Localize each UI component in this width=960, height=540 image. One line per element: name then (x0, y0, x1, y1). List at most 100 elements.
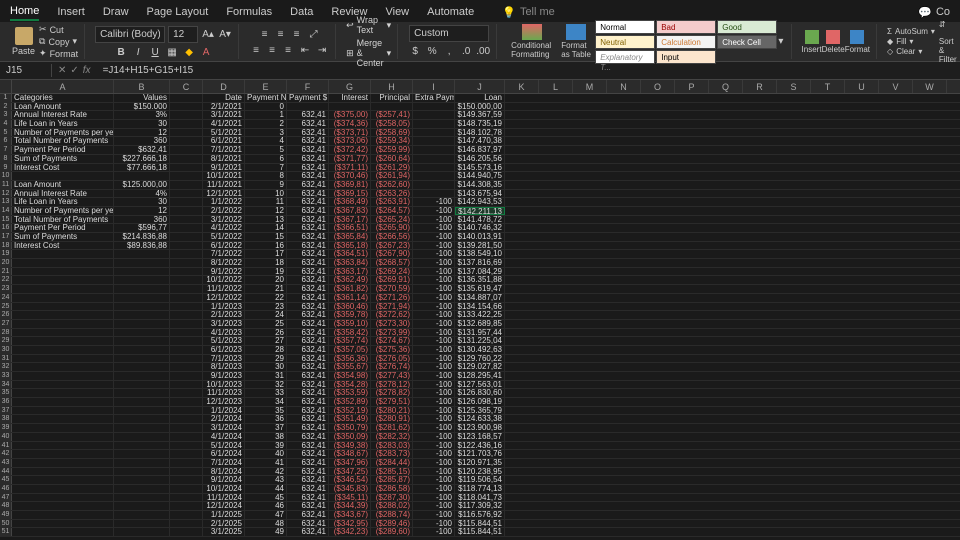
cell[interactable]: 41 (245, 459, 287, 467)
cell[interactable]: 3/1/2022 (203, 216, 245, 224)
cell[interactable] (12, 337, 114, 345)
cell[interactable] (114, 355, 170, 363)
cell[interactable]: Payment Per Period (12, 146, 114, 154)
cell[interactable] (329, 103, 371, 111)
indent-inc-icon[interactable]: ⇥ (315, 44, 329, 58)
cell[interactable]: -100 (413, 372, 455, 380)
row-header[interactable]: 48 (0, 502, 12, 510)
cell[interactable]: 4/1/2023 (203, 329, 245, 337)
cell[interactable]: 632,41 (287, 389, 329, 397)
row-header[interactable]: 47 (0, 494, 12, 502)
cell[interactable]: 632,41 (287, 528, 329, 536)
cell[interactable]: 632,41 (287, 207, 329, 215)
cell[interactable]: 632,41 (287, 450, 329, 458)
cell[interactable] (170, 494, 203, 502)
cell[interactable]: $150.000,00 (455, 103, 505, 111)
cell[interactable] (413, 172, 455, 180)
cell[interactable]: -100 (413, 363, 455, 371)
col-header[interactable]: I (413, 80, 455, 93)
wrap-text-button[interactable]: ↩Wrap Text ▾ (346, 15, 391, 35)
cell[interactable] (12, 389, 114, 397)
cell[interactable]: ($351,49) (329, 415, 371, 423)
cell[interactable]: 24 (245, 311, 287, 319)
cell[interactable]: ($367,83) (329, 207, 371, 215)
cell[interactable]: -100 (413, 415, 455, 423)
cell[interactable]: 632,41 (287, 337, 329, 345)
cell[interactable]: 43 (245, 476, 287, 484)
row-header[interactable]: 15 (0, 216, 12, 224)
row-header[interactable]: 28 (0, 329, 12, 337)
cell[interactable] (170, 450, 203, 458)
cell[interactable]: 632,41 (287, 476, 329, 484)
cell[interactable]: $120.971,35 (455, 459, 505, 467)
cell[interactable]: 632,41 (287, 198, 329, 206)
cell[interactable]: $632,41 (114, 146, 170, 154)
fill-button[interactable]: ◆Fill ▾ (887, 37, 935, 46)
cell[interactable]: 632,41 (287, 468, 329, 476)
cell[interactable] (114, 294, 170, 302)
cell[interactable] (114, 424, 170, 432)
cell[interactable]: ($261,29) (371, 164, 413, 172)
cancel-formula-icon[interactable]: ✕ (58, 65, 66, 76)
cell[interactable]: 8/1/2024 (203, 468, 245, 476)
cell[interactable]: ($267,90) (371, 250, 413, 258)
cell[interactable]: ($342,23) (329, 528, 371, 536)
cell[interactable]: $137.816,69 (455, 259, 505, 267)
cell[interactable] (170, 320, 203, 328)
cell[interactable]: -100 (413, 442, 455, 450)
cell[interactable]: ($265,90) (371, 224, 413, 232)
cell[interactable]: -100 (413, 407, 455, 415)
cell[interactable]: 15 (245, 233, 287, 241)
cell[interactable]: -100 (413, 511, 455, 519)
cell[interactable]: 360 (114, 137, 170, 145)
cell[interactable]: Number of Payments per year (12, 207, 114, 215)
cell[interactable] (170, 346, 203, 354)
style-normal[interactable]: Normal (595, 20, 655, 34)
cell[interactable]: $214.836,88 (114, 233, 170, 241)
cell[interactable] (114, 502, 170, 510)
cell[interactable]: 6/1/2024 (203, 450, 245, 458)
cell[interactable] (170, 207, 203, 215)
cell[interactable] (170, 528, 203, 536)
cell[interactable] (12, 528, 114, 536)
cell[interactable]: -100 (413, 398, 455, 406)
cell[interactable]: -100 (413, 355, 455, 363)
row-header[interactable]: 22 (0, 276, 12, 284)
cell[interactable]: ($270,59) (371, 285, 413, 293)
cell[interactable]: 1/1/2023 (203, 303, 245, 311)
cell[interactable]: Life Loan in Years (12, 198, 114, 206)
cell[interactable]: -100 (413, 233, 455, 241)
cell[interactable] (413, 190, 455, 198)
cell[interactable]: 22 (245, 294, 287, 302)
inc-decimal-icon[interactable]: .0 (459, 44, 473, 58)
cell[interactable]: 632,41 (287, 520, 329, 528)
font-color-button[interactable]: A (199, 45, 213, 59)
cell[interactable]: ($352,19) (329, 407, 371, 415)
cell[interactable]: 42 (245, 468, 287, 476)
row-header[interactable]: 23 (0, 285, 12, 293)
cell[interactable] (12, 494, 114, 502)
cell[interactable]: $147.470,38 (455, 137, 505, 145)
tab-data[interactable]: Data (290, 4, 313, 20)
cell[interactable]: 2/1/2024 (203, 415, 245, 423)
cell[interactable]: $150.000 (114, 103, 170, 111)
cell[interactable] (413, 146, 455, 154)
cell[interactable]: 632,41 (287, 355, 329, 363)
cell[interactable]: ($345,83) (329, 485, 371, 493)
cell[interactable]: $134.887,07 (455, 294, 505, 302)
col-header[interactable]: C (170, 80, 203, 93)
cell[interactable]: ($357,05) (329, 346, 371, 354)
col-header[interactable]: K (505, 80, 539, 93)
cell[interactable]: 632,41 (287, 250, 329, 258)
cell[interactable] (114, 468, 170, 476)
cell[interactable]: -100 (413, 450, 455, 458)
cell[interactable]: 12 (245, 207, 287, 215)
cell[interactable]: -100 (413, 494, 455, 502)
cell[interactable]: ($342,95) (329, 520, 371, 528)
cell[interactable]: $130.492,63 (455, 346, 505, 354)
row-header[interactable]: 32 (0, 363, 12, 371)
cell[interactable]: ($259,99) (371, 146, 413, 154)
cell[interactable]: ($375,00) (329, 111, 371, 119)
currency-icon[interactable]: $ (408, 44, 422, 58)
cell[interactable]: 1/1/2022 (203, 198, 245, 206)
